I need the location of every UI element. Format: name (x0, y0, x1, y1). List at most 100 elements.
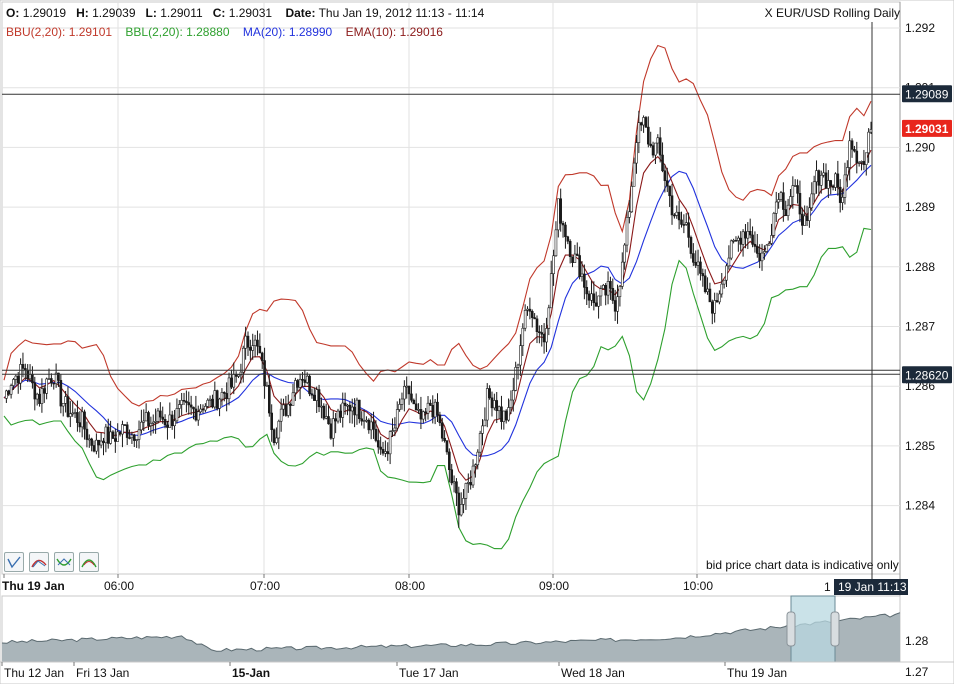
navigator-x-label: 15-Jan (232, 666, 270, 680)
candle-body (444, 438, 446, 440)
candle-body (837, 174, 839, 187)
candle-body (463, 498, 465, 504)
candle-body (512, 390, 514, 400)
candle-body (197, 412, 199, 420)
candle-body (564, 225, 566, 237)
navigator-right-handle[interactable] (831, 612, 839, 646)
navigator[interactable]: 1.281.27Thu 12 JanFri 13 Jan15-JanTue 17… (0, 0, 954, 684)
candle-body (408, 386, 410, 394)
candle-body (477, 452, 479, 465)
ma-readout: MA(20): 1.28990 (243, 25, 332, 39)
candle-body (640, 123, 642, 125)
candle-body (72, 413, 74, 414)
navigator-left-handle[interactable] (787, 612, 795, 646)
candle-body (543, 334, 545, 342)
candle-body (437, 402, 439, 415)
price-chart[interactable]: 1.2921.2911.2901.2891.2881.2871.2861.285… (0, 0, 954, 684)
candle-body (643, 117, 645, 125)
candle-body (152, 422, 154, 423)
candle-body (162, 417, 164, 419)
candle-body (621, 262, 623, 286)
open-label: O: (6, 6, 19, 20)
x-tick-label: 09:00 (539, 579, 569, 593)
candle-body (737, 238, 739, 240)
candle-body (493, 400, 495, 407)
candle-body (825, 173, 827, 189)
candle-body (472, 466, 474, 485)
candle-body (832, 186, 834, 188)
candle-body (752, 235, 754, 244)
candle-body (377, 441, 379, 448)
candle-body (617, 297, 619, 312)
draw-fib-tool-button[interactable] (79, 552, 99, 572)
candle-body (498, 407, 500, 411)
candle-body (384, 452, 386, 454)
candle-body (562, 223, 564, 225)
candle-body (827, 180, 829, 188)
low-value: 1.29011 (160, 6, 203, 20)
candle-body (830, 180, 832, 185)
candle-body (458, 493, 460, 515)
candle-body (148, 413, 150, 426)
navigator-x-label: Fri 13 Jan (76, 666, 129, 680)
candle-body (12, 379, 14, 385)
candle-body (811, 194, 813, 208)
candle-body (439, 415, 441, 423)
candle-body (754, 244, 756, 246)
candle-body (354, 407, 356, 415)
candle-body (176, 408, 178, 420)
candle-body (133, 435, 135, 441)
candle-body (695, 262, 697, 265)
navigator-selection[interactable] (791, 596, 835, 662)
candle-body (365, 420, 367, 421)
candle-body (65, 397, 67, 404)
candle-body (588, 294, 590, 300)
last-price-label: 1.29031 (905, 122, 949, 136)
candle-body (545, 328, 547, 342)
candle-body (370, 422, 372, 430)
candle-body (342, 403, 344, 417)
y-tick-label: 1.289 (905, 200, 935, 214)
draw-curve-tool-icon (55, 553, 73, 571)
draw-line-tool-button[interactable] (4, 552, 24, 572)
candle-body (690, 237, 692, 253)
candle-body (119, 432, 121, 434)
candle-body (185, 401, 187, 402)
crosshair-low-price-label: 1.28620 (905, 368, 949, 382)
candle-body (171, 415, 173, 426)
candle-body (664, 171, 666, 181)
candle-body (759, 253, 761, 260)
ohlc-readout: O: 1.29019 H: 1.29039 L: 1.29011 C: 1.29… (6, 6, 484, 20)
candle-body (363, 421, 365, 422)
candle-body (195, 409, 197, 420)
candle-body (839, 187, 841, 202)
candle-body (638, 123, 640, 143)
candle-body (249, 347, 251, 350)
candle-body (10, 386, 12, 395)
y-tick-label: 1.290 (905, 140, 935, 154)
candle-body (609, 281, 611, 288)
candle-body (356, 400, 358, 415)
draw-arc-tool-button[interactable] (29, 552, 49, 572)
candle-body (60, 380, 62, 406)
candle-body (688, 223, 690, 238)
candle-body (401, 399, 403, 404)
candle-body (143, 421, 145, 422)
candle-body (742, 232, 744, 245)
candle-body (863, 161, 865, 164)
candle-body (268, 385, 270, 413)
candle-body (605, 285, 607, 295)
candle-body (846, 168, 848, 175)
candle-body (697, 262, 699, 265)
candle-body (666, 181, 668, 186)
candle-body (576, 254, 578, 255)
candle-body (150, 423, 152, 425)
candle-body (216, 391, 218, 409)
candle-body (29, 374, 31, 378)
candle-body (844, 175, 846, 197)
x-tick-label: 08:00 (395, 579, 425, 593)
candle-body (425, 412, 427, 413)
draw-curve-tool-button[interactable] (54, 552, 74, 572)
candle-body (761, 253, 763, 261)
candle-body (555, 230, 557, 256)
